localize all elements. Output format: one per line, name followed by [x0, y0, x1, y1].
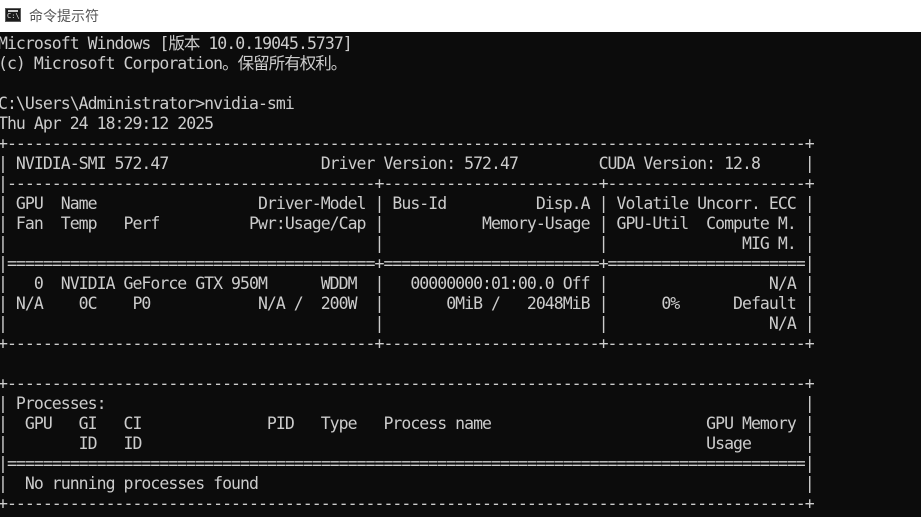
console-line: |=======================================… [0, 254, 815, 273]
console-line: +---------------------------------------… [0, 134, 815, 153]
console-line: +---------------------------------------… [0, 374, 815, 393]
console-line: Thu Apr 24 18:29:12 2025 [0, 114, 214, 133]
console-line: | | | MIG M. | [0, 234, 815, 253]
console-line: |=======================================… [0, 454, 815, 473]
console-line: | No running processes found | [0, 474, 815, 493]
console-line: | GPU GI CI PID Type Process name GPU Me… [0, 414, 815, 433]
console-output[interactable]: Microsoft Windows [版本 10.0.19045.5737] (… [0, 34, 921, 517]
console-line: | Processes: | [0, 394, 815, 413]
console-line: |---------------------------------------… [0, 174, 815, 193]
title-bar[interactable]: 命令提示符 [0, 0, 921, 32]
window-title: 命令提示符 [29, 9, 99, 25]
console-line: | NVIDIA-SMI 572.47 Driver Version: 572.… [0, 154, 815, 173]
console-line: | | | N/A | [0, 314, 815, 333]
console-line: C:\Users\Administrator>nvidia-smi [0, 94, 295, 113]
console-line: | Fan Temp Perf Pwr:Usage/Cap | Memory-U… [0, 214, 815, 233]
console-line: | ID ID Usage | [0, 434, 815, 453]
console-line: | 0 NVIDIA GeForce GTX 950M WDDM | 00000… [0, 274, 815, 293]
console-line: | N/A 0C P0 N/A / 200W | 0MiB / 2048MiB … [0, 294, 815, 313]
cmd-icon [5, 8, 21, 22]
console-line: Microsoft Windows [版本 10.0.19045.5737] [0, 34, 353, 53]
console-line: +---------------------------------------… [0, 334, 815, 353]
console-line: | GPU Name Driver-Model | Bus-Id Disp.A … [0, 194, 815, 213]
console-line: (c) Microsoft Corporation。保留所有权利。 [0, 54, 347, 73]
console-line: +---------------------------------------… [0, 494, 815, 513]
